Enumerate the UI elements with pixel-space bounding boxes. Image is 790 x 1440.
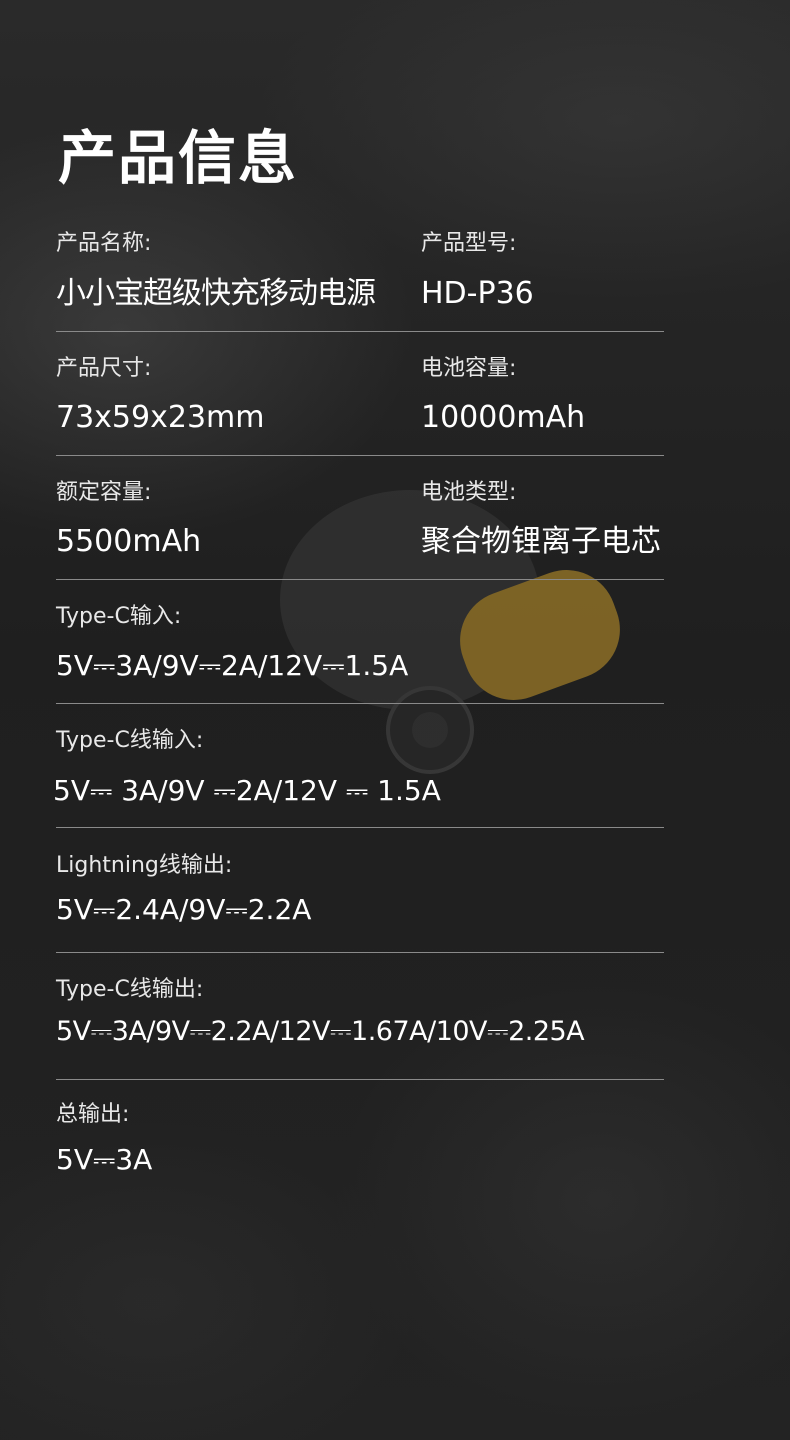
typec-cable-input-label: Type-C线输入: bbox=[56, 728, 204, 753]
total-output-value: 5V⎓3A bbox=[56, 1143, 153, 1176]
typec-cable-output-label: Type-C线输出: bbox=[56, 977, 204, 1002]
product-model-value: HD-P36 bbox=[421, 276, 534, 311]
product-size-label: 产品尺寸: bbox=[56, 356, 152, 381]
product-size-value: 73x59x23mm bbox=[56, 400, 265, 435]
rated-capacity-label: 额定容量: bbox=[56, 480, 152, 505]
divider bbox=[56, 579, 664, 580]
divider bbox=[56, 331, 664, 332]
product-model-label: 产品型号: bbox=[421, 231, 517, 256]
battery-type-label: 电池类型: bbox=[421, 480, 517, 505]
battery-capacity-value: 10000mAh bbox=[421, 400, 586, 435]
page-title: 产品信息 bbox=[58, 124, 299, 192]
lightning-cable-output-value: 5V⎓2.4A/9V⎓2.2A bbox=[56, 893, 312, 926]
divider bbox=[56, 703, 664, 704]
divider bbox=[56, 455, 664, 456]
divider bbox=[56, 1079, 664, 1080]
divider bbox=[56, 952, 664, 953]
product-name-label: 产品名称: bbox=[56, 231, 152, 256]
rated-capacity-value: 5500mAh bbox=[56, 524, 202, 559]
product-name-value: 小小宝超级快充移动电源 bbox=[56, 276, 376, 311]
lightning-cable-output-label: Lightning线输出: bbox=[56, 853, 233, 878]
typec-cable-output-value: 5V⎓3A/9V⎓2.2A/12V⎓1.67A/10V⎓2.25A bbox=[56, 1016, 585, 1047]
battery-type-value: 聚合物锂离子电芯 bbox=[421, 524, 661, 559]
battery-capacity-label: 电池容量: bbox=[421, 356, 517, 381]
typec-input-label: Type-C输入: bbox=[56, 604, 182, 629]
typec-input-value: 5V⎓3A/9V⎓2A/12V⎓1.5A bbox=[56, 649, 409, 682]
total-output-label: 总输出: bbox=[56, 1102, 130, 1127]
typec-cable-input-value: 5V⎓ 3A/9V ⎓2A/12V ⎓ 1.5A bbox=[53, 774, 441, 807]
divider bbox=[56, 827, 664, 828]
